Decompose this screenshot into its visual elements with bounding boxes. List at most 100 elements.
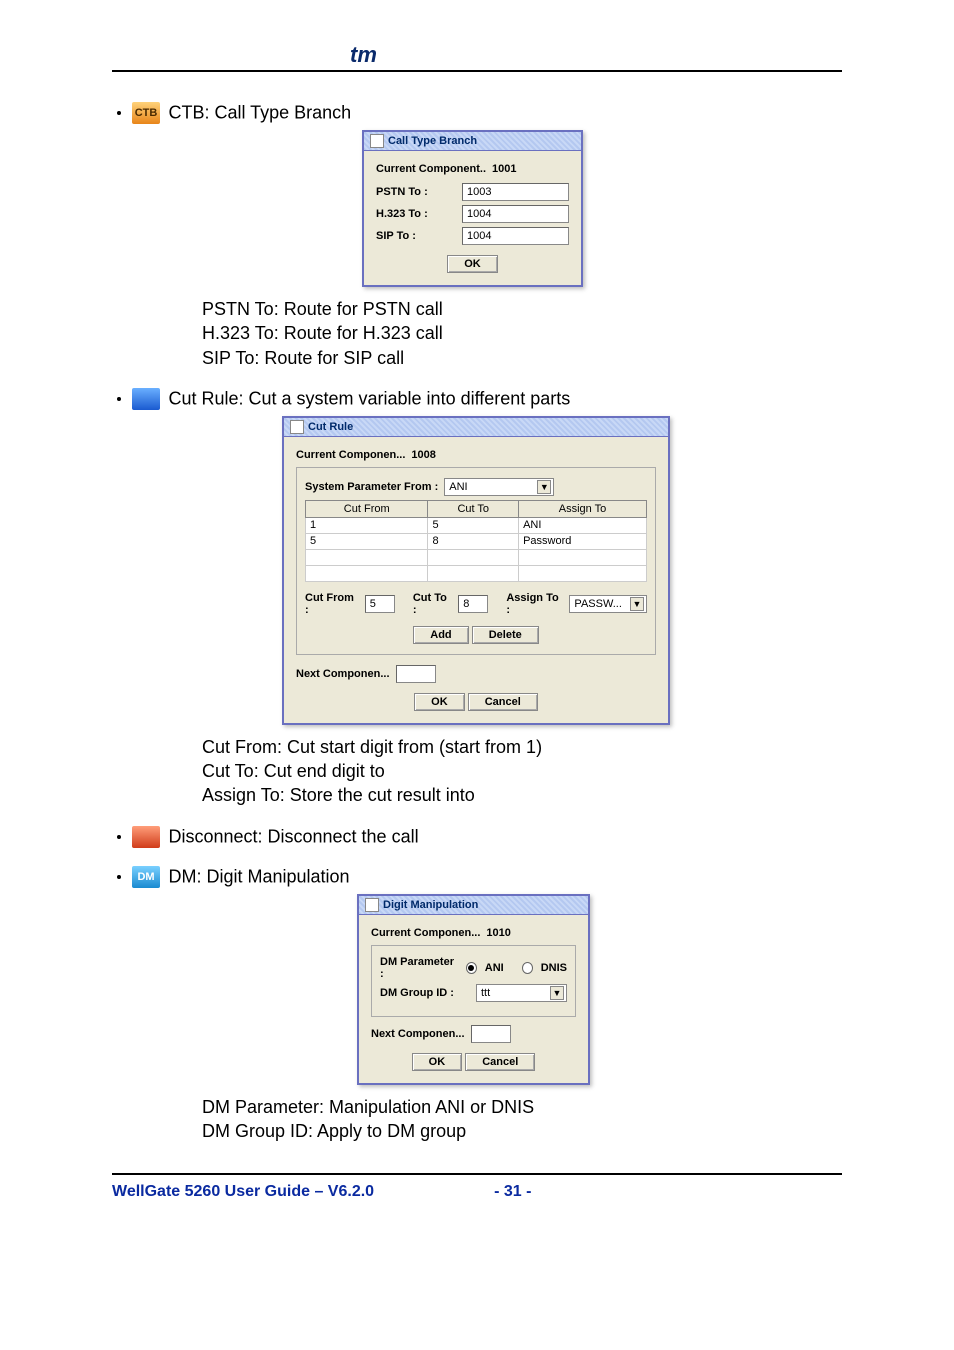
cell: 5 — [428, 517, 519, 533]
dnis-radio[interactable] — [522, 962, 533, 974]
add-button[interactable]: Add — [413, 626, 468, 644]
brand-logo: tm — [350, 42, 377, 68]
dm-dialog: Digit Manipulation Current Componen... 1… — [357, 894, 590, 1085]
assign-value: PASSW... — [574, 598, 621, 610]
ctb-notes: PSTN To: Route for PSTN call H.323 To: R… — [202, 297, 842, 370]
list-item: Disconnect: Disconnect the call — [132, 826, 842, 848]
bottom-rule — [112, 1173, 842, 1175]
footer-left: WellGate 5260 User Guide – V6.2.0 — [112, 1183, 374, 1201]
pstn-input[interactable] — [462, 183, 569, 201]
next-input[interactable] — [396, 665, 436, 683]
col-cutfrom: Cut From — [306, 500, 428, 517]
ctb-title: Call Type Branch — [388, 135, 477, 147]
ctb-dialog: Call Type Branch Current Component.. 100… — [362, 130, 583, 287]
dm-group-dropdown[interactable]: ttt ▼ — [476, 984, 567, 1002]
assign-dropdown[interactable]: PASSW... ▼ — [569, 595, 647, 613]
cutrule-note-1: Cut From: Cut start digit from (start fr… — [202, 735, 842, 759]
cutfrom-label: Cut From : — [305, 592, 359, 616]
window-icon — [365, 898, 379, 912]
dm-note-1: DM Parameter: Manipulation ANI or DNIS — [202, 1095, 842, 1119]
footer-right: - 31 - — [494, 1183, 531, 1201]
assign-label: Assign To : — [506, 592, 563, 616]
cutrule-titlebar: Cut Rule — [284, 418, 668, 437]
window-icon — [290, 420, 304, 434]
h323-label: H.323 To : — [376, 208, 456, 220]
cutrule-table: Cut From Cut To Assign To 1 5 ANI 5 8 — [305, 500, 647, 582]
dm-next-label: Next Componen... — [371, 1028, 465, 1040]
dm-ok-button[interactable]: OK — [412, 1053, 463, 1071]
chevron-down-icon: ▼ — [630, 597, 644, 611]
cutrule-dialog: Cut Rule Current Componen... 1008 System… — [282, 416, 670, 725]
ctb-label: CTB: Call Type Branch — [168, 103, 351, 123]
ctb-titlebar: Call Type Branch — [364, 132, 581, 151]
cutto-input[interactable] — [458, 595, 488, 613]
table-row[interactable]: 5 8 Password — [306, 533, 647, 549]
ctb-icon: CTB — [132, 102, 160, 124]
dm-notes: DM Parameter: Manipulation ANI or DNIS D… — [202, 1095, 842, 1144]
cutrule-note-3: Assign To: Store the cut result into — [202, 783, 842, 807]
sysparam-value: ANI — [449, 481, 467, 493]
table-row[interactable] — [306, 549, 647, 565]
ctb-current-label: Current Component.. — [376, 163, 486, 175]
dm-title: Digit Manipulation — [383, 899, 478, 911]
dm-label: DM: Digit Manipulation — [168, 866, 349, 886]
sip-label: SIP To : — [376, 230, 456, 242]
cutfrom-input[interactable] — [365, 595, 395, 613]
disconnect-icon — [132, 826, 160, 848]
dm-note-2: DM Group ID: Apply to DM group — [202, 1119, 842, 1143]
ani-radio[interactable] — [466, 962, 477, 974]
cell: 5 — [306, 533, 428, 549]
ctb-note-3: SIP To: Route for SIP call — [202, 346, 842, 370]
next-label: Next Componen... — [296, 668, 390, 680]
col-assign: Assign To — [519, 500, 647, 517]
cutrule-cancel-button[interactable]: Cancel — [468, 693, 538, 711]
dm-param-label: DM Parameter : — [380, 956, 460, 980]
ctb-note-2: H.323 To: Route for H.323 call — [202, 321, 842, 345]
h323-input[interactable] — [462, 205, 569, 223]
ctb-ok-button[interactable]: OK — [447, 255, 498, 273]
window-icon — [370, 134, 384, 148]
table-row[interactable]: 1 5 ANI — [306, 517, 647, 533]
dm-icon: DM — [132, 866, 160, 888]
cell: 1 — [306, 517, 428, 533]
dm-cancel-button[interactable]: Cancel — [465, 1053, 535, 1071]
delete-button[interactable]: Delete — [472, 626, 539, 644]
cutrule-icon — [132, 388, 160, 410]
list-item: DM DM: Digit Manipulation Digit Manipula… — [132, 866, 842, 1144]
cutrule-note-2: Cut To: Cut end digit to — [202, 759, 842, 783]
cutrule-label: Cut Rule: Cut a system variable into dif… — [168, 388, 570, 408]
dm-next-input[interactable] — [471, 1025, 511, 1043]
table-row[interactable] — [306, 565, 647, 581]
disconnect-label: Disconnect: Disconnect the call — [168, 826, 418, 846]
cell: ANI — [519, 517, 647, 533]
cutto-label: Cut To : — [413, 592, 452, 616]
sysparam-dropdown[interactable]: ANI ▼ — [444, 478, 554, 496]
dm-current-label: Current Componen... — [371, 927, 480, 939]
ctb-note-1: PSTN To: Route for PSTN call — [202, 297, 842, 321]
list-item: CTB CTB: Call Type Branch Call Type Bran… — [132, 102, 842, 370]
cutrule-title: Cut Rule — [308, 421, 353, 433]
dm-group-label: DM Group ID : — [380, 987, 470, 999]
page-footer: WellGate 5260 User Guide – V6.2.0 - 31 - — [112, 1183, 842, 1201]
sip-input[interactable] — [462, 227, 569, 245]
cutrule-current-value: 1008 — [411, 449, 435, 461]
dnis-option: DNIS — [541, 962, 567, 974]
ani-option: ANI — [485, 962, 504, 974]
cutrule-ok-button[interactable]: OK — [414, 693, 465, 711]
col-cutto: Cut To — [428, 500, 519, 517]
list-item: Cut Rule: Cut a system variable into dif… — [132, 388, 842, 808]
cutrule-notes: Cut From: Cut start digit from (start fr… — [202, 735, 842, 808]
chevron-down-icon: ▼ — [537, 480, 551, 494]
cutrule-current-label: Current Componen... — [296, 449, 405, 461]
dm-current-value: 1010 — [486, 927, 510, 939]
sysparam-label: System Parameter From : — [305, 481, 438, 493]
content-list: CTB CTB: Call Type Branch Call Type Bran… — [112, 102, 842, 1143]
dm-group-value: ttt — [481, 987, 490, 999]
dm-titlebar: Digit Manipulation — [359, 896, 588, 915]
top-rule — [112, 70, 842, 72]
cell: Password — [519, 533, 647, 549]
ctb-current-value: 1001 — [492, 163, 516, 175]
pstn-label: PSTN To : — [376, 186, 456, 198]
cell: 8 — [428, 533, 519, 549]
chevron-down-icon: ▼ — [550, 986, 564, 1000]
